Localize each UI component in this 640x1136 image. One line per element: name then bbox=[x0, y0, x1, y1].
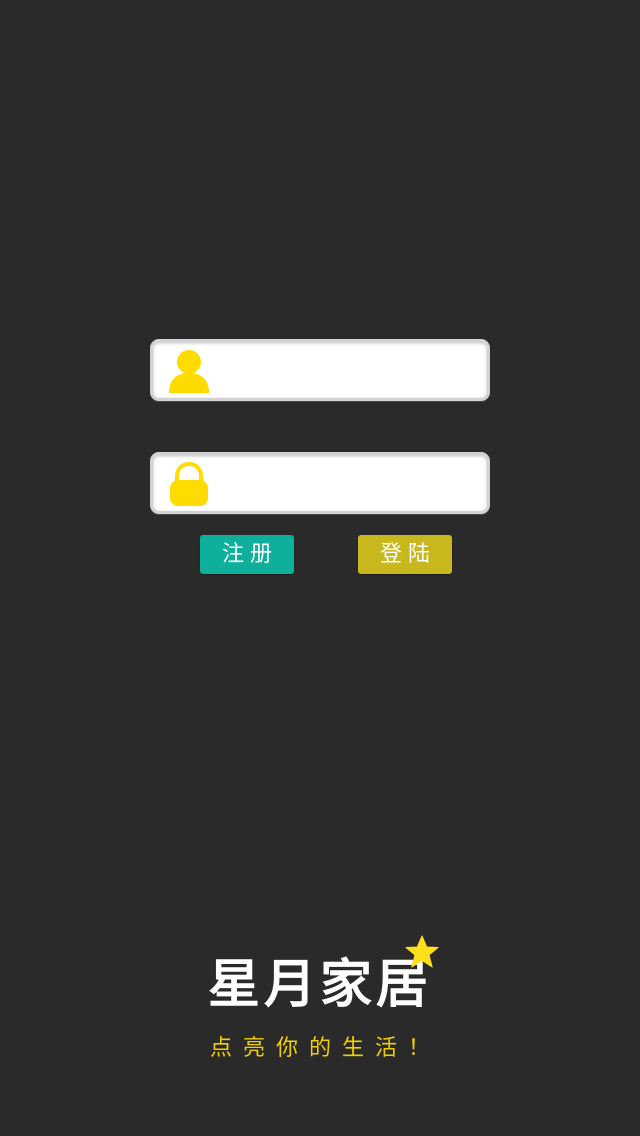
login-button[interactable]: 登陆 bbox=[358, 535, 452, 574]
username-input[interactable] bbox=[221, 350, 480, 392]
lock-icon bbox=[170, 462, 208, 506]
user-icon bbox=[169, 350, 209, 393]
star-icon bbox=[405, 935, 439, 968]
register-button[interactable]: 注册 bbox=[200, 535, 294, 574]
brand-tagline: 点亮你的生活！ bbox=[209, 1036, 441, 1061]
username-field[interactable] bbox=[150, 339, 490, 401]
brand-title: 星月家居 bbox=[207, 954, 432, 1015]
password-input[interactable] bbox=[221, 463, 480, 505]
password-field[interactable] bbox=[150, 452, 490, 514]
